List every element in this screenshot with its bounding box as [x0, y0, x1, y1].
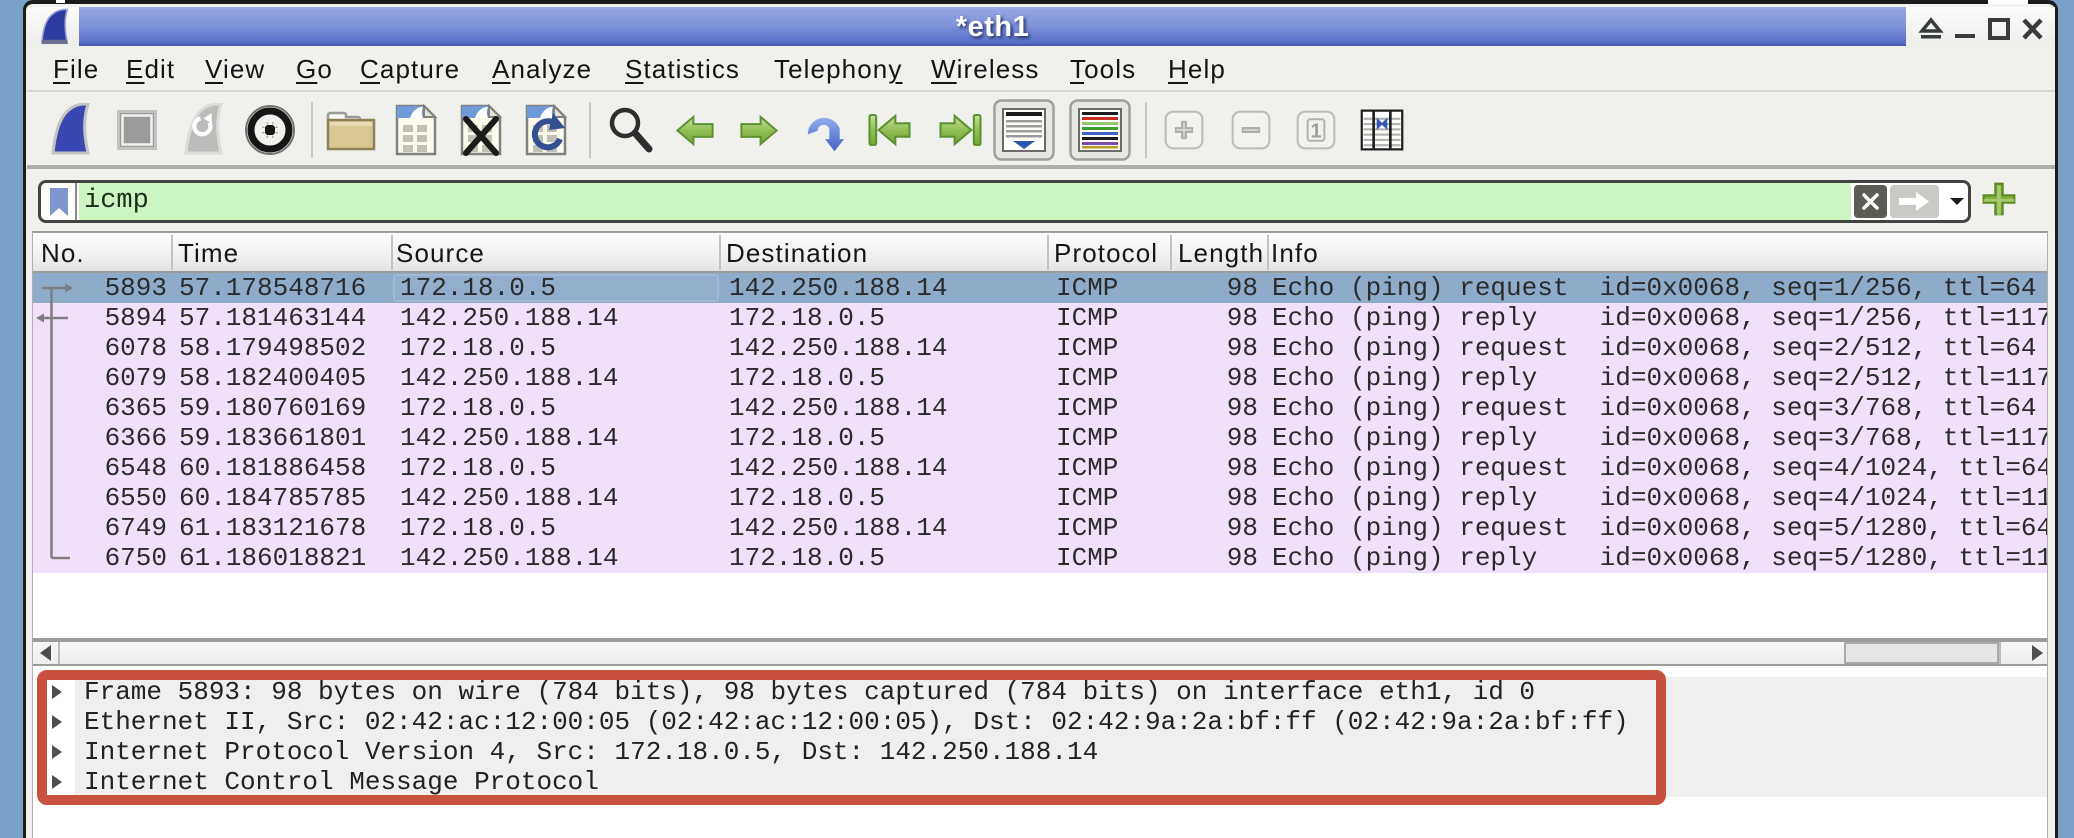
svg-text:1: 1 — [1310, 121, 1321, 143]
